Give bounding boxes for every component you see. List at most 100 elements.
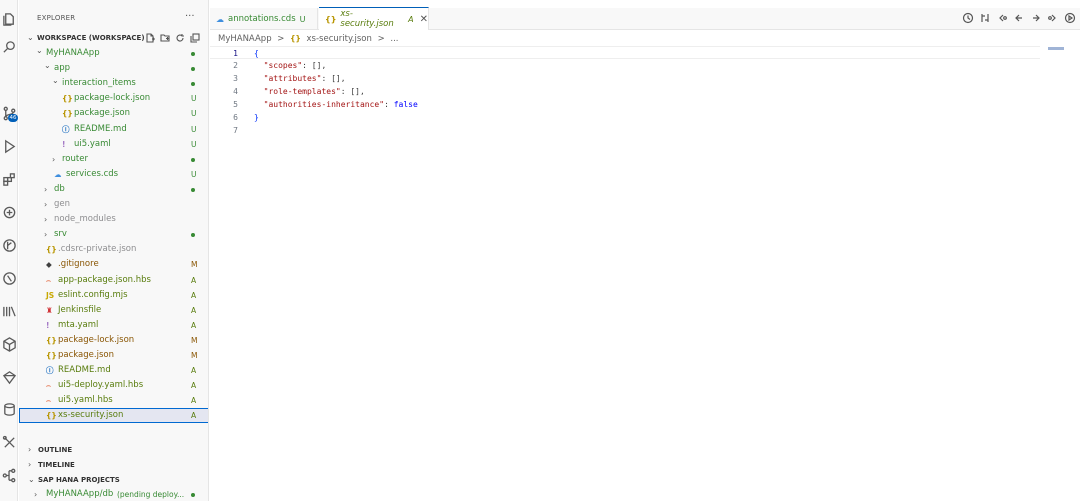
file-row[interactable]: ! ui5.yaml U — [19, 137, 208, 152]
new-file-icon[interactable] — [145, 33, 155, 43]
code-line[interactable]: 7 — [210, 124, 1040, 137]
source-control-icon[interactable]: 46 — [0, 102, 18, 124]
test-icon[interactable] — [0, 267, 18, 289]
hierarchy-icon[interactable] — [0, 464, 18, 486]
extensions-icon[interactable] — [0, 168, 18, 190]
hana-project-row[interactable]: › MyHANAApp/db (pending deploy... — [19, 487, 208, 501]
folder-label: node_modules — [54, 214, 116, 225]
close-icon[interactable]: ✕ — [420, 14, 428, 25]
file-row[interactable]: ⓘ README.md A — [19, 363, 208, 378]
code-editor[interactable]: 1{2 "scopes": [], 3 "attributes": [], 4 "r… — [210, 44, 1080, 501]
section-outline[interactable]: › OUTLINE — [19, 443, 208, 457]
editor-tabs: ☁ annotations.cds U {} xs-security.json A ✕ — [210, 7, 1080, 30]
code-line[interactable]: 3 "attributes": [], — [210, 72, 1040, 85]
new-folder-icon[interactable] — [160, 33, 170, 43]
breadcrumb-symbols[interactable]: ... — [390, 34, 398, 44]
timeline-icon[interactable] — [962, 12, 974, 27]
explorer-icon[interactable] — [0, 8, 18, 30]
folder-label: gen — [54, 199, 71, 209]
code-line[interactable]: 2 "scopes": [], — [210, 59, 1040, 72]
file-row[interactable]: ◆ .gitignore M — [19, 257, 208, 272]
file-type-icon: ⌢ — [46, 381, 51, 391]
breadcrumb-file[interactable]: xs-security.json — [307, 34, 372, 44]
code-line[interactable]: 1{ — [210, 46, 1040, 59]
file-row[interactable]: {} package.json M — [19, 348, 208, 363]
file-label: .gitignore — [58, 259, 99, 270]
folder-row[interactable]: › gen — [19, 197, 208, 212]
code-line[interactable]: 5 "authorities-inheritance": false — [210, 98, 1040, 111]
folder-row[interactable]: › router — [19, 152, 208, 167]
line-number: 5 — [233, 100, 238, 109]
hana-project-detail: (pending deploy... — [117, 490, 185, 499]
folder-row[interactable]: › db — [19, 182, 208, 197]
explorer-sidebar: EXPLORER ··· ⌄ WORKSPACE (WORKSPACE) ⌄ My… — [19, 0, 209, 501]
file-label: mta.yaml — [58, 319, 99, 330]
file-row[interactable]: {} .cdsrc-private.json — [19, 242, 208, 257]
file-row[interactable]: ⌢ ui5-deploy.yaml.hbs A — [19, 378, 208, 393]
breadcrumb-separator: > — [377, 34, 385, 44]
code-token: "role-templates" — [263, 87, 341, 96]
folder-row[interactable]: ⌄ app — [19, 61, 208, 76]
package-icon[interactable] — [0, 333, 18, 355]
database-icon[interactable] — [0, 398, 18, 420]
breadcrumb-root[interactable]: MyHANAApp — [218, 34, 272, 44]
folder-row[interactable]: › srv — [19, 227, 208, 242]
file-label: services.cds — [66, 168, 119, 179]
file-row[interactable]: ⓘ README.md U — [19, 122, 208, 137]
run-debug-icon[interactable] — [0, 135, 18, 157]
file-row[interactable]: JS eslint.config.mjs A — [19, 288, 208, 303]
file-row[interactable]: ! mta.yaml A — [19, 318, 208, 333]
tab-annotations-cds[interactable]: ☁ annotations.cds U — [210, 8, 318, 30]
file-row[interactable]: {} xs-security.json A — [19, 408, 208, 424]
file-label: ui5.yaml.hbs — [58, 395, 113, 406]
tab-xs-security-json[interactable]: {} xs-security.json A ✕ — [319, 7, 429, 30]
more-actions-icon[interactable]: ··· — [185, 11, 195, 22]
preview-icon[interactable] — [1064, 12, 1076, 27]
go-forward-icon[interactable] — [1047, 12, 1059, 27]
code-line[interactable]: 4 "role-templates": [], — [210, 85, 1040, 98]
file-label: Jenkinsfile — [58, 304, 102, 315]
tools-icon[interactable] — [0, 431, 18, 453]
folder-row[interactable]: › node_modules — [19, 212, 208, 227]
next-change-icon[interactable] — [1030, 12, 1042, 27]
file-type-icon: {} — [325, 14, 337, 24]
file-row[interactable]: {} package-lock.json M — [19, 333, 208, 348]
cloud-foundry-icon[interactable] — [0, 201, 18, 223]
code-token: : [], — [321, 74, 346, 83]
code-token: "authorities-inheritance" — [263, 100, 385, 109]
file-type-icon: ⓘ — [46, 366, 54, 376]
file-label: xs-security.json — [58, 410, 124, 421]
file-row[interactable]: ♜ Jenkinsfile A — [19, 303, 208, 318]
file-label: eslint.config.mjs — [58, 289, 128, 300]
file-row[interactable]: {} package-lock.json U — [19, 91, 208, 106]
compare-icon[interactable] — [979, 12, 991, 27]
library-icon[interactable] — [0, 300, 18, 322]
file-row[interactable]: ⌢ app-package.json.hbs A — [19, 273, 208, 288]
refresh-icon[interactable] — [175, 33, 185, 43]
git-status-badge: M — [191, 335, 198, 345]
minimap[interactable] — [1048, 47, 1064, 50]
section-timeline[interactable]: › TIMELINE — [19, 458, 208, 472]
chevron-down-icon: ⌄ — [27, 33, 34, 42]
json-file-icon: {} — [290, 34, 301, 43]
go-back-icon[interactable] — [996, 12, 1008, 27]
file-type-icon: ◆ — [46, 260, 52, 270]
file-row[interactable]: ⌢ ui5.yaml.hbs A — [19, 393, 208, 408]
file-row[interactable]: ☁ services.cds U — [19, 167, 208, 182]
tab-label: annotations.cds — [228, 14, 296, 24]
section-label: TIMELINE — [38, 461, 75, 469]
file-row[interactable]: {} package.json U — [19, 106, 208, 121]
workspace-header[interactable]: ⌄ WORKSPACE (WORKSPACE) — [19, 31, 208, 46]
collapse-all-icon[interactable] — [190, 33, 200, 43]
previous-change-icon[interactable] — [1013, 12, 1025, 27]
section-sap-hana-projects[interactable]: ⌄ SAP HANA PROJECTS — [19, 473, 208, 487]
code-line[interactable]: 6} — [210, 111, 1040, 124]
file-type-icon: {} — [62, 109, 73, 119]
git-graph-icon[interactable] — [0, 234, 18, 256]
search-icon[interactable] — [0, 36, 18, 58]
chevron-down-icon: ⌄ — [44, 61, 51, 71]
folder-row[interactable]: ⌄ interaction_items — [19, 76, 208, 91]
gem-icon[interactable] — [0, 366, 18, 388]
